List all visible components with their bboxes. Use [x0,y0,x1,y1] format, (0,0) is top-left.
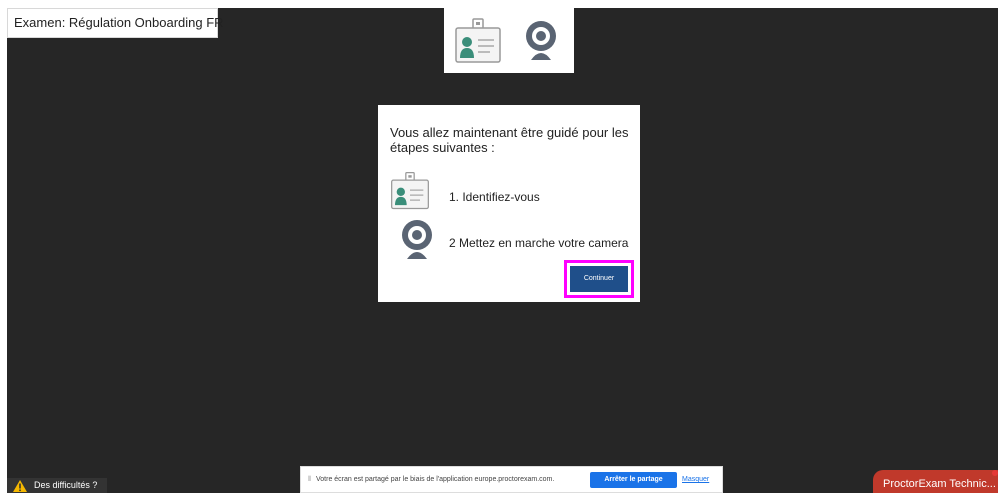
screen-share-bar: ⦀ Votre écran est partagé par le biais d… [300,466,723,493]
dialog-intro-text: Vous allez maintenant être guidé pour le… [390,125,629,155]
id-card-icon [391,172,429,210]
share-message: Votre écran est partagé par le biais de … [316,476,555,483]
stop-sharing-button[interactable]: Arrêter le partage [590,472,677,488]
continue-highlight: Continuer [564,260,634,298]
step-identify-label: 1. Identifiez-vous [449,190,540,204]
guide-dialog: Vous allez maintenant être guidé pour le… [378,105,640,302]
id-card-icon [455,18,501,63]
help-label: Des difficultés ? [34,480,98,490]
exam-title: Examen: Régulation Onboarding FR [7,8,224,38]
webcam-icon [526,21,556,60]
drag-handle-icon[interactable]: ⦀ [308,476,311,484]
support-chat-tab[interactable]: ProctorExam Technic... [873,470,998,493]
continue-button[interactable]: Continuer [570,266,628,292]
webcam-icon [402,220,432,259]
hide-link[interactable]: Masquer [682,476,709,483]
support-label: ProctorExam Technic... [883,478,996,490]
warning-icon [13,480,27,492]
help-button[interactable]: Des difficultés ? [7,478,107,493]
notification-dot [992,470,998,476]
step-camera-label: 2 Mettez en marche votre camera [449,236,629,250]
top-steps-panel [444,8,574,73]
